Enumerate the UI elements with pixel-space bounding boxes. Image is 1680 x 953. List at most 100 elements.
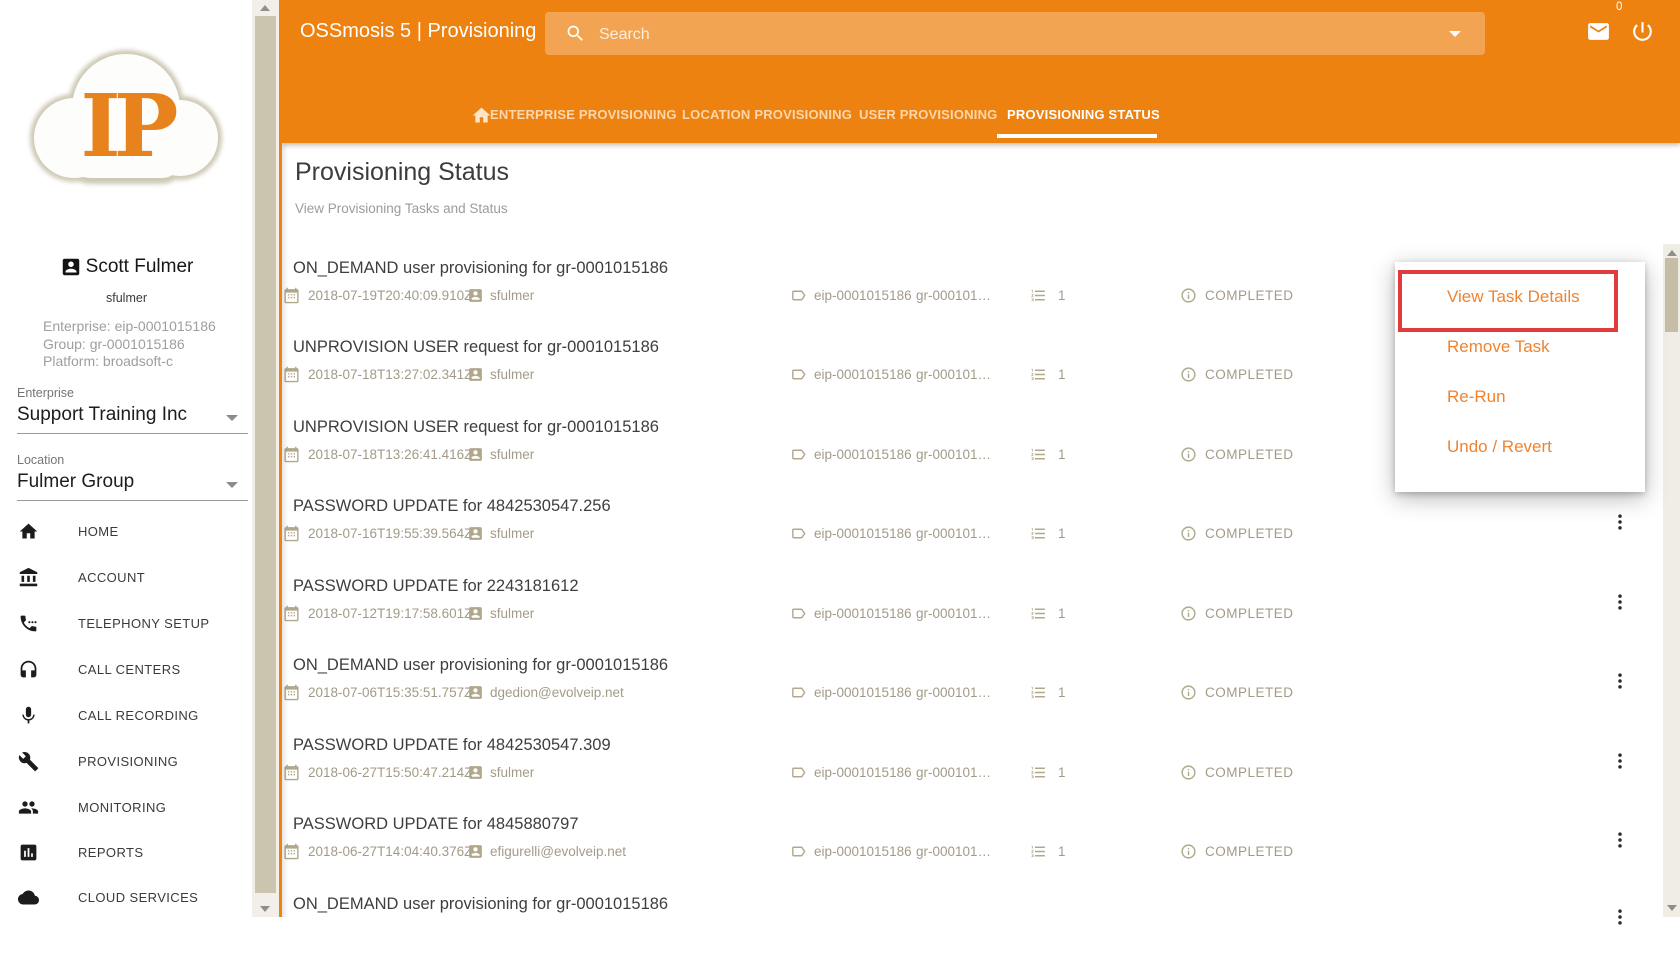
menu-item-re-run[interactable]: Re-Run [1395, 372, 1645, 422]
sidebar-item-label: ACCOUNT [78, 570, 145, 585]
status-badge: COMPLETED [1205, 526, 1294, 541]
calendar-icon [283, 843, 300, 860]
sidebar-item-home[interactable]: HOME [0, 519, 253, 545]
task-menu-button[interactable] [1610, 591, 1630, 613]
label-icon [790, 684, 807, 701]
sidebar-item-call-centers[interactable]: CALL CENTERS [0, 657, 253, 683]
sidebar-item-call-recording[interactable]: CALL RECORDING [0, 703, 253, 729]
task-meta: 2018-07-06T15:35:51.757Z dgedion@evolvei… [282, 683, 1642, 703]
task-menu-button[interactable] [1610, 750, 1630, 772]
location-select-value: Fulmer Group [17, 471, 248, 493]
task-count: 1 [1058, 844, 1066, 859]
people-icon [18, 797, 39, 818]
task-row: ON_DEMAND user provisioning for gr-00010… [282, 895, 1642, 953]
main-panel: OSSmosis 5 | Provisioning 0 ENTERPRISE P… [282, 0, 1680, 917]
task-user: efigurelli@evolveip.net [490, 844, 626, 859]
sidebar-item-provisioning[interactable]: PROVISIONING [0, 749, 253, 775]
scrollbar-thumb[interactable] [255, 16, 276, 893]
select-underline [17, 500, 248, 501]
task-enterprise: eip-0001015186 [814, 606, 912, 621]
enterprise-select[interactable]: Enterprise Support Training Inc [17, 386, 248, 434]
headset-icon [18, 659, 39, 680]
microphone-icon [18, 705, 39, 726]
task-group: gr-000101… [916, 685, 991, 700]
task-context-menu: View Task Details Remove Task Re-Run Und… [1395, 262, 1645, 492]
cloud-icon [18, 887, 39, 908]
numbered-list-icon [1030, 366, 1047, 383]
task-count: 1 [1058, 288, 1066, 303]
status-badge: COMPLETED [1205, 685, 1294, 700]
task-title: UNPROVISION USER request for gr-00010151… [293, 418, 659, 437]
tab-home[interactable] [471, 105, 492, 126]
scroll-down-arrow[interactable] [1667, 905, 1677, 911]
task-menu-button[interactable] [1610, 906, 1630, 928]
status-badge: COMPLETED [1205, 367, 1294, 382]
sidebar-item-label: CLOUD SERVICES [78, 890, 198, 905]
sidebar-item-monitoring[interactable]: MONITORING [0, 795, 253, 821]
sidebar-item-account[interactable]: ACCOUNT [0, 565, 253, 591]
tab-enterprise-provisioning[interactable]: ENTERPRISE PROVISIONING [490, 107, 677, 122]
tab-location-provisioning[interactable]: LOCATION PROVISIONING [682, 107, 852, 122]
sidebar-scrollbar[interactable] [252, 0, 279, 917]
bank-icon [18, 567, 39, 588]
task-title: PASSWORD UPDATE for 4842530547.256 [293, 497, 611, 516]
menu-item-undo-revert[interactable]: Undo / Revert [1395, 422, 1645, 472]
info-icon [1180, 525, 1197, 542]
label-icon [790, 287, 807, 304]
calendar-icon [283, 605, 300, 622]
location-select[interactable]: Location Fulmer Group [17, 453, 248, 501]
task-title: ON_DEMAND user provisioning for gr-00010… [293, 656, 668, 675]
phone-settings-icon [18, 613, 39, 634]
scrollbar-thumb[interactable] [1665, 258, 1678, 332]
tab-provisioning-status[interactable]: PROVISIONING STATUS [1007, 107, 1160, 122]
numbered-list-icon [1030, 446, 1047, 463]
sidebar-item-label: REPORTS [78, 845, 143, 860]
tab-user-provisioning[interactable]: USER PROVISIONING [859, 107, 997, 122]
calendar-icon [283, 287, 300, 304]
info-icon [1180, 843, 1197, 860]
numbered-list-icon [1030, 525, 1047, 542]
user-name: Scott Fulmer [86, 256, 194, 278]
page-subtitle: View Provisioning Tasks and Status [295, 201, 508, 216]
task-meta: 2018-06-27T14:04:40.376Z efigurelli@evol… [282, 842, 1642, 862]
menu-item-remove-task[interactable]: Remove Task [1395, 322, 1645, 372]
task-timestamp: 2018-07-19T20:40:09.910Z [308, 288, 472, 303]
task-title: UNPROVISION USER request for gr-00010151… [293, 338, 659, 357]
chevron-down-icon [226, 415, 238, 421]
user-context-info: Enterprise: eip-0001015186 Group: gr-000… [43, 318, 216, 371]
task-menu-button[interactable] [1610, 511, 1630, 533]
scroll-up-arrow[interactable] [1667, 250, 1677, 256]
task-enterprise: eip-0001015186 [814, 526, 912, 541]
task-timestamp: 2018-06-27T15:50:47.214Z [308, 765, 472, 780]
scroll-down-arrow[interactable] [260, 906, 270, 912]
sidebar-item-cloud-services[interactable]: CLOUD SERVICES [0, 885, 253, 911]
task-menu-button[interactable] [1610, 670, 1630, 692]
task-group: gr-000101… [916, 606, 991, 621]
task-title: PASSWORD UPDATE for 2243181612 [293, 577, 579, 596]
info-icon [1180, 764, 1197, 781]
sidebar-item-reports[interactable]: REPORTS [0, 840, 253, 866]
task-timestamp: 2018-07-18T13:26:41.416Z [308, 447, 472, 462]
task-user: sfulmer [490, 367, 534, 382]
sidebar-item-label: TELEPHONY SETUP [78, 616, 209, 631]
page-title: Provisioning Status [295, 158, 509, 187]
label-icon [790, 605, 807, 622]
task-row: PASSWORD UPDATE for 2243181612 2018-07-1… [282, 577, 1642, 635]
task-count: 1 [1058, 685, 1066, 700]
logo-text: IP [81, 76, 177, 177]
sidebar-item-telephony-setup[interactable]: TELEPHONY SETUP [0, 611, 253, 637]
content-scrollbar[interactable] [1663, 244, 1680, 917]
info-icon [1180, 287, 1197, 304]
scroll-up-arrow[interactable] [260, 5, 270, 11]
status-badge: COMPLETED [1205, 606, 1294, 621]
info-icon [1180, 684, 1197, 701]
home-icon [18, 521, 39, 542]
calendar-icon [283, 764, 300, 781]
select-underline [17, 433, 248, 434]
task-menu-button[interactable] [1610, 829, 1630, 851]
accent-divider [279, 0, 282, 917]
chevron-down-icon [226, 482, 238, 488]
platform-line: Platform: broadsoft-c [43, 353, 216, 371]
kebab-icon [1610, 670, 1630, 692]
menu-item-view-task-details[interactable]: View Task Details [1395, 272, 1645, 322]
